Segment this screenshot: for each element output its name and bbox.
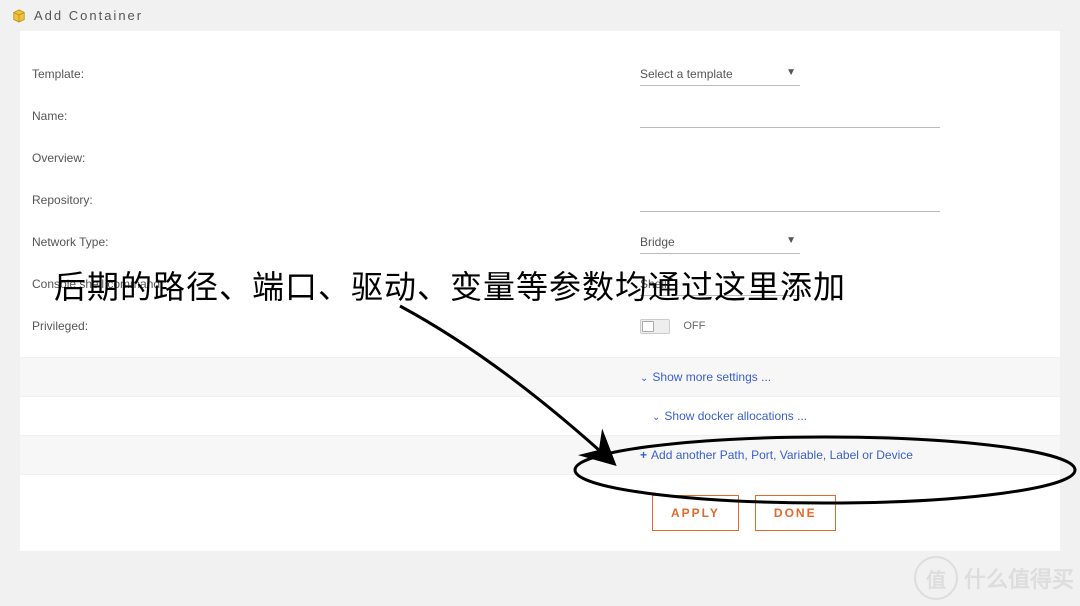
watermark-text: 什么值得买 [964,562,1074,594]
network-type-label: Network Type: [32,235,640,249]
template-label: Template: [32,67,640,81]
overview-label: Overview: [32,151,640,165]
watermark: 值 什么值得买 [870,550,1080,606]
chevron-down-icon: ▼ [786,235,796,246]
template-select-value: Select a template [640,67,733,81]
repository-label: Repository: [32,193,640,207]
show-more-row: ⌄ Show more settings ... [20,357,1060,397]
template-select[interactable]: Select a template ▼ [640,63,800,86]
cube-icon [12,9,26,23]
privileged-value: OFF [683,320,705,332]
repository-input[interactable] [640,189,940,212]
name-label: Name: [32,109,640,123]
add-another-text: Add another Path, Port, Variable, Label … [651,448,913,462]
add-another-row: + Add another Path, Port, Variable, Label… [20,435,1060,475]
privileged-toggle[interactable] [640,319,670,334]
header-bar: Add Container [0,0,1080,31]
show-more-link[interactable]: ⌄ Show more settings ... [640,370,771,384]
network-type-select[interactable]: Bridge ▼ [640,231,800,254]
show-more-text: Show more settings ... [652,370,771,384]
plus-icon: + [640,448,647,462]
done-button[interactable]: DONE [755,495,836,531]
show-docker-text: Show docker allocations ... [664,409,807,423]
toggle-knob [642,321,654,332]
page-title: Add Container [34,8,143,23]
network-type-value: Bridge [640,235,675,249]
name-input[interactable] [640,105,940,128]
privileged-label: Privileged: [32,319,640,333]
chevron-down-icon: ⌄ [652,412,660,423]
show-docker-link[interactable]: ⌄ Show docker allocations ... [652,409,807,423]
show-docker-row: ⌄ Show docker allocations ... [20,397,1060,435]
add-another-link[interactable]: + Add another Path, Port, Variable, Label… [640,448,913,462]
chevron-down-icon: ⌄ [640,373,648,384]
apply-button[interactable]: APPLY [652,495,739,531]
chevron-down-icon: ▼ [786,67,796,78]
annotation-text: 后期的路径、端口、驱动、变量等参数均通过这里添加 [54,262,846,308]
watermark-icon: 值 [914,556,958,600]
